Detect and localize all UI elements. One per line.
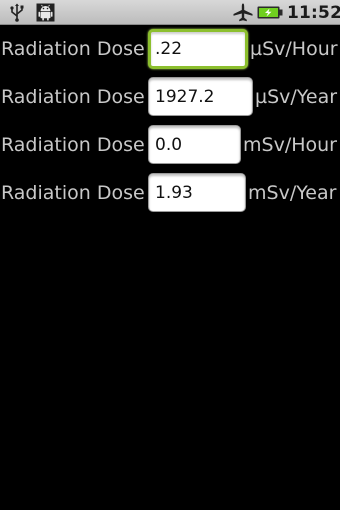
unit-label: µSv/Year bbox=[255, 86, 338, 108]
dose-row-msv-year: Radiation Dose 1.93 mSv/Year bbox=[0, 173, 340, 221]
dose-row-usv-hour: Radiation Dose .22 µSv/Hour bbox=[0, 29, 340, 77]
dose-msv-year-input[interactable]: 1.93 bbox=[148, 173, 246, 212]
unit-label: mSv/Hour bbox=[243, 134, 337, 156]
row-label: Radiation Dose bbox=[1, 86, 145, 108]
airplane-mode-icon bbox=[233, 3, 253, 22]
usb-icon bbox=[10, 3, 24, 22]
status-bar: 11:52 bbox=[0, 0, 340, 25]
dose-row-usv-year: Radiation Dose 1927.2 µSv/Year bbox=[0, 77, 340, 125]
dose-row-msv-hour: Radiation Dose 0.0 mSv/Hour bbox=[0, 125, 340, 173]
row-label: Radiation Dose bbox=[1, 38, 145, 60]
dose-usv-hour-input[interactable]: .22 bbox=[148, 29, 248, 69]
dose-usv-year-input[interactable]: 1927.2 bbox=[148, 77, 253, 116]
status-time: 11:52 bbox=[287, 3, 340, 23]
unit-label: µSv/Hour bbox=[250, 38, 338, 60]
dose-msv-hour-input[interactable]: 0.0 bbox=[148, 125, 241, 164]
unit-label: mSv/Year bbox=[248, 182, 337, 204]
android-debug-icon bbox=[36, 3, 55, 22]
row-label: Radiation Dose bbox=[1, 134, 145, 156]
row-label: Radiation Dose bbox=[1, 182, 145, 204]
battery-charging-icon bbox=[257, 6, 283, 19]
